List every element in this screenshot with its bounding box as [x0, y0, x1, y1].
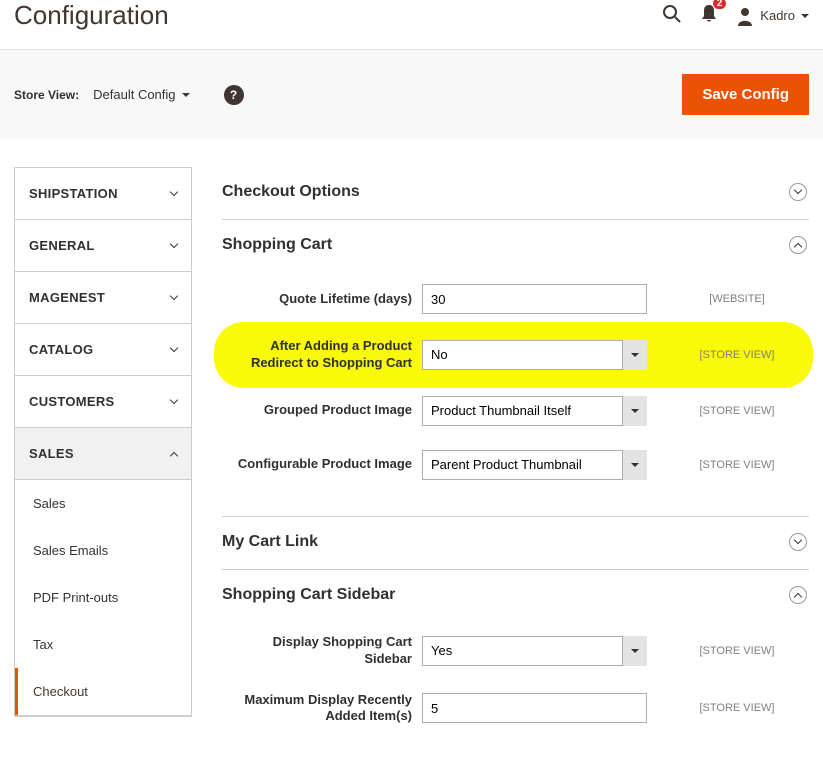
sidebar-sub-sales[interactable]: Sales — [15, 480, 191, 527]
field-label: Grouped Product Image — [222, 402, 412, 419]
chevron-down-icon — [170, 239, 178, 247]
grouped-image-select[interactable]: Product Thumbnail Itself — [422, 396, 647, 426]
section-my-cart-link[interactable]: My Cart Link — [222, 517, 809, 569]
sidebar-sub-tax[interactable]: Tax — [15, 621, 191, 668]
quote-lifetime-input[interactable] — [422, 284, 647, 314]
scope-label: [STORE VIEW] — [687, 702, 787, 714]
chevron-down-icon — [170, 395, 178, 403]
scope-label: [STORE VIEW] — [687, 645, 787, 657]
redirect-select[interactable]: No — [422, 340, 647, 370]
field-label: After Adding a Product Redirect to Shopp… — [222, 338, 412, 372]
sidebar-item-shipstation[interactable]: SHIPSTATION — [15, 168, 191, 220]
section-shopping-cart[interactable]: Shopping Cart — [222, 220, 809, 272]
user-name: Kadro — [760, 8, 795, 23]
sidebar-sub-sales-emails[interactable]: Sales Emails — [15, 527, 191, 574]
config-sidebar: SHIPSTATION GENERAL MAGENEST CATALOG CUS… — [14, 167, 192, 717]
sidebar-item-customers[interactable]: CUSTOMERS — [15, 376, 191, 428]
store-view-label: Store View: — [14, 88, 79, 102]
scope-label: [STORE VIEW] — [687, 349, 787, 361]
store-view-switcher[interactable]: Default Config — [93, 87, 189, 102]
sidebar-item-general[interactable]: GENERAL — [15, 220, 191, 272]
collapse-icon — [789, 586, 807, 604]
user-menu[interactable]: Kadro — [736, 6, 809, 26]
save-config-button[interactable]: Save Config — [682, 74, 809, 115]
page-title: Configuration — [14, 0, 169, 31]
scope-label: [WEBSITE] — [687, 293, 787, 305]
notifications-icon[interactable]: 2 — [700, 4, 718, 27]
sidebar-sub-checkout[interactable]: Checkout — [15, 668, 191, 715]
collapse-icon — [789, 236, 807, 254]
scope-label: [STORE VIEW] — [687, 459, 787, 471]
field-label: Quote Lifetime (days) — [222, 291, 412, 308]
expand-icon — [789, 533, 807, 551]
field-label: Configurable Product Image — [222, 456, 412, 473]
sidebar-sub-pdf[interactable]: PDF Print-outs — [15, 574, 191, 621]
user-icon — [736, 6, 754, 26]
chevron-down-icon — [170, 343, 178, 351]
chevron-down-icon — [801, 14, 809, 22]
chevron-down-icon — [170, 187, 178, 195]
help-icon[interactable]: ? — [224, 85, 244, 105]
display-sidebar-select[interactable]: Yes — [422, 636, 647, 666]
expand-icon — [789, 183, 807, 201]
section-checkout-options[interactable]: Checkout Options — [222, 167, 809, 219]
field-label: Maximum Display Recently Added Item(s) — [222, 692, 412, 726]
chevron-down-icon — [170, 291, 178, 299]
sidebar-item-catalog[interactable]: CATALOG — [15, 324, 191, 376]
notif-badge: 2 — [713, 0, 727, 9]
chevron-down-icon — [182, 93, 190, 101]
scope-label: [STORE VIEW] — [687, 405, 787, 417]
sidebar-item-magenest[interactable]: MAGENEST — [15, 272, 191, 324]
section-cart-sidebar[interactable]: Shopping Cart Sidebar — [222, 570, 809, 622]
configurable-image-select[interactable]: Parent Product Thumbnail — [422, 450, 647, 480]
max-items-input[interactable] — [422, 693, 647, 723]
chevron-up-icon — [170, 451, 178, 459]
search-icon[interactable] — [662, 4, 682, 27]
field-label: Display Shopping Cart Sidebar — [222, 634, 412, 668]
sidebar-item-sales[interactable]: SALES — [15, 428, 191, 480]
